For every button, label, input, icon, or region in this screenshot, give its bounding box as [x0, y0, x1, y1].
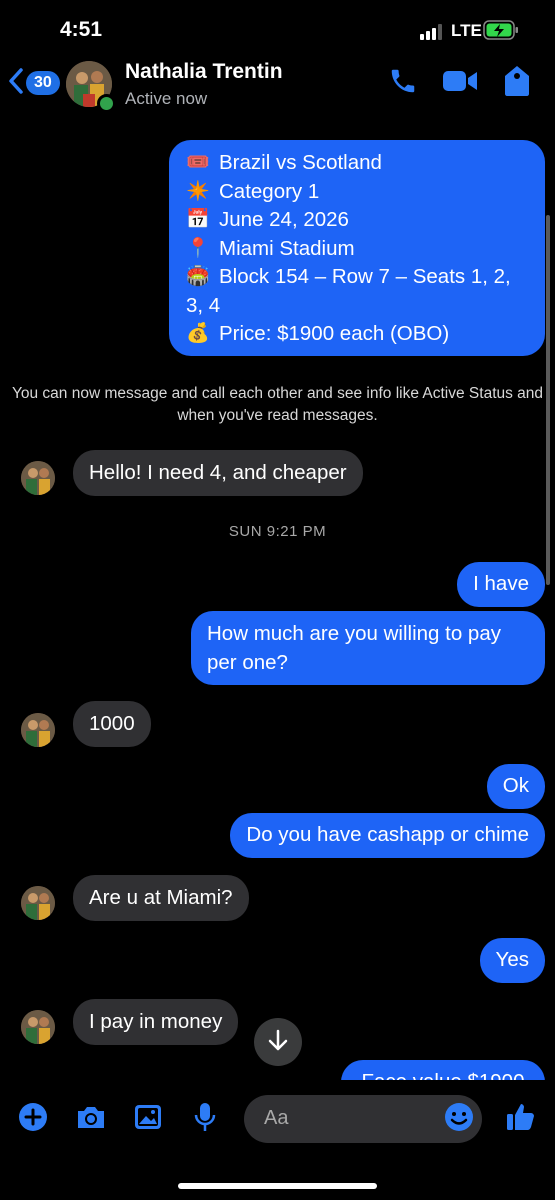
message-bubble[interactable]: Do you have cashapp or chime	[230, 813, 545, 858]
camera-icon	[75, 1103, 107, 1136]
microphone-icon	[193, 1101, 217, 1138]
message-bubble[interactable]: Are u at Miami?	[73, 875, 249, 921]
video-call-button[interactable]	[442, 65, 478, 101]
message-bubble[interactable]: Yes	[479, 938, 545, 983]
emoji-button[interactable]	[440, 1100, 478, 1138]
message-bubble[interactable]: I pay in money	[73, 999, 239, 1045]
listing-line: 💰 Price: $1900 each (OBO)	[186, 320, 531, 349]
scrollbar[interactable]	[546, 215, 550, 585]
tag-icon	[504, 65, 530, 102]
avatar[interactable]	[21, 886, 55, 920]
camera-button[interactable]	[72, 1100, 110, 1138]
online-status-dot	[97, 94, 116, 113]
listing-line: 📍 Miami Stadium	[186, 235, 531, 264]
thumbs-up-icon	[505, 1101, 537, 1138]
pin-icon: 📍	[186, 237, 210, 259]
voice-button[interactable]	[186, 1100, 224, 1138]
listing-line: 3, 4	[186, 293, 221, 317]
plus-circle-icon	[18, 1102, 48, 1137]
message-bubble[interactable]: 1000	[73, 701, 151, 747]
timestamp: SUN 9:21 PM	[228, 523, 327, 540]
scroll-to-bottom-button[interactable]	[254, 1018, 302, 1066]
ticket-icon: 🎟️	[186, 152, 210, 173]
marketplace-button[interactable]	[499, 65, 535, 101]
status-time: 4:51	[60, 18, 103, 41]
call-button[interactable]	[385, 65, 421, 101]
like-button[interactable]	[502, 1100, 540, 1138]
listing-message[interactable]: 🎟️ Brazil vs Scotland ✴️ Category 1 📅 June …	[169, 140, 545, 356]
image-icon	[133, 1103, 163, 1136]
avatar[interactable]	[21, 1010, 55, 1044]
avatar[interactable]	[21, 713, 55, 747]
message-input-placeholder: Aa	[264, 1107, 289, 1129]
message-bubble[interactable]: I have	[457, 562, 545, 607]
active-status: Active now	[125, 89, 208, 108]
network-label: LTE	[451, 21, 482, 40]
listing-line: 📅 June 24, 2026	[186, 206, 531, 235]
calendar-icon: 📅	[186, 209, 210, 230]
system-notice: You can now message and call each other …	[11, 385, 544, 424]
smiley-icon	[444, 1102, 474, 1137]
video-camera-icon	[442, 68, 478, 99]
star-icon: ✴️	[186, 180, 210, 202]
phone-icon	[388, 66, 418, 101]
message-bubble[interactable]: Hello! I need 4, and cheaper	[73, 450, 363, 496]
listing-line: 🎟️ Brazil vs Scotland	[186, 149, 531, 178]
message-bubble[interactable]: How much are you willing to pay per one?	[191, 611, 545, 685]
contact-name[interactable]: Nathalia Trentin	[125, 60, 283, 84]
back-button[interactable]: 30	[8, 67, 64, 99]
unread-count-badge: 30	[26, 71, 60, 95]
home-indicator	[178, 1183, 377, 1189]
listing-line: ✴️ Category 1	[186, 178, 531, 207]
add-button[interactable]	[14, 1100, 52, 1138]
chevron-left-icon	[8, 67, 24, 100]
gallery-button[interactable]	[129, 1100, 167, 1138]
listing-line: 🏟️ Block 154 – Row 7 – Seats 1, 2,	[186, 263, 531, 292]
arrow-down-icon	[267, 1029, 289, 1056]
avatar[interactable]	[21, 461, 55, 495]
signal-icon	[420, 24, 446, 40]
message-bubble[interactable]: Ok	[486, 764, 545, 809]
money-bag-icon: 💰	[186, 323, 210, 344]
stadium-icon: 🏟️	[186, 266, 210, 287]
battery-icon	[483, 20, 519, 40]
